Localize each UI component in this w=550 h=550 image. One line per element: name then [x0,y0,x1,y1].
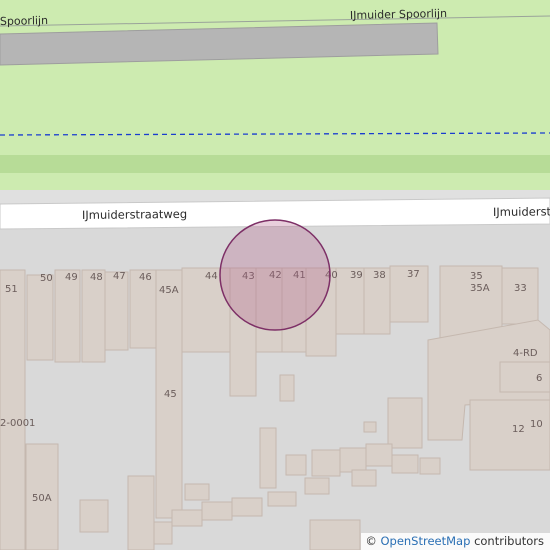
house-number-label: 48 [90,272,103,283]
building [279,374,295,402]
house-number-label: 39 [350,270,363,281]
building [79,499,109,533]
building [184,483,210,501]
street-name-left: IJmuiderstraatweg [82,207,187,222]
house-number-label: 37 [407,269,420,280]
house-number-label: 4-RD [513,348,538,359]
building [363,421,377,433]
building [419,457,441,475]
building [0,269,26,550]
map-attribution: © OpenStreetMap contributors [361,533,550,550]
building [54,269,81,363]
building [285,454,307,476]
building [499,361,550,393]
house-number-label: 33 [514,283,527,294]
building [469,399,550,471]
building [365,443,393,467]
location-circle-icon[interactable] [219,219,331,331]
building [387,397,423,449]
building [259,427,277,489]
street-name-right: IJmuiderst [493,204,550,219]
copyright-symbol: © [365,534,377,548]
openstreetmap-link[interactable]: OpenStreetMap [380,534,470,548]
building [309,519,361,550]
map-canvas[interactable]: Spoorlijn IJmuider Spoorlijn IJmuiderstr… [0,0,550,550]
house-number-label: 45 [164,389,177,400]
railway-name-right: IJmuider Spoorlijn [350,7,447,22]
building [267,491,297,507]
house-number-label: 50A [32,493,52,504]
house-number-label: 6 [536,373,542,384]
house-number-label: 51 [5,284,18,295]
building [351,469,377,487]
building [231,497,263,517]
house-number-label: 12 [512,424,525,435]
building [304,477,330,495]
building [311,449,341,477]
house-number-label: 10 [530,419,543,430]
building [104,271,129,351]
railway-name-left: Spoorlijn [0,14,48,28]
building [501,267,539,325]
building [26,274,54,361]
house-number-label: 35 [470,271,483,282]
house-number-label: 35A [470,283,490,294]
house-number-label: 38 [373,270,386,281]
building [81,269,106,363]
house-number-label: 46 [139,272,152,283]
building [339,447,367,473]
building [127,475,155,550]
house-number-label: 47 [113,271,126,282]
house-number-label: 50 [40,273,53,284]
park-strip [0,155,550,173]
house-number-label: 2-0001 [0,418,35,429]
house-number-label: 45A [159,285,179,296]
building [201,501,233,521]
building [391,454,419,474]
attribution-suffix: contributors [474,534,544,548]
house-number-label: 49 [65,272,78,283]
building [171,509,203,527]
house-number-label: 44 [205,271,218,282]
